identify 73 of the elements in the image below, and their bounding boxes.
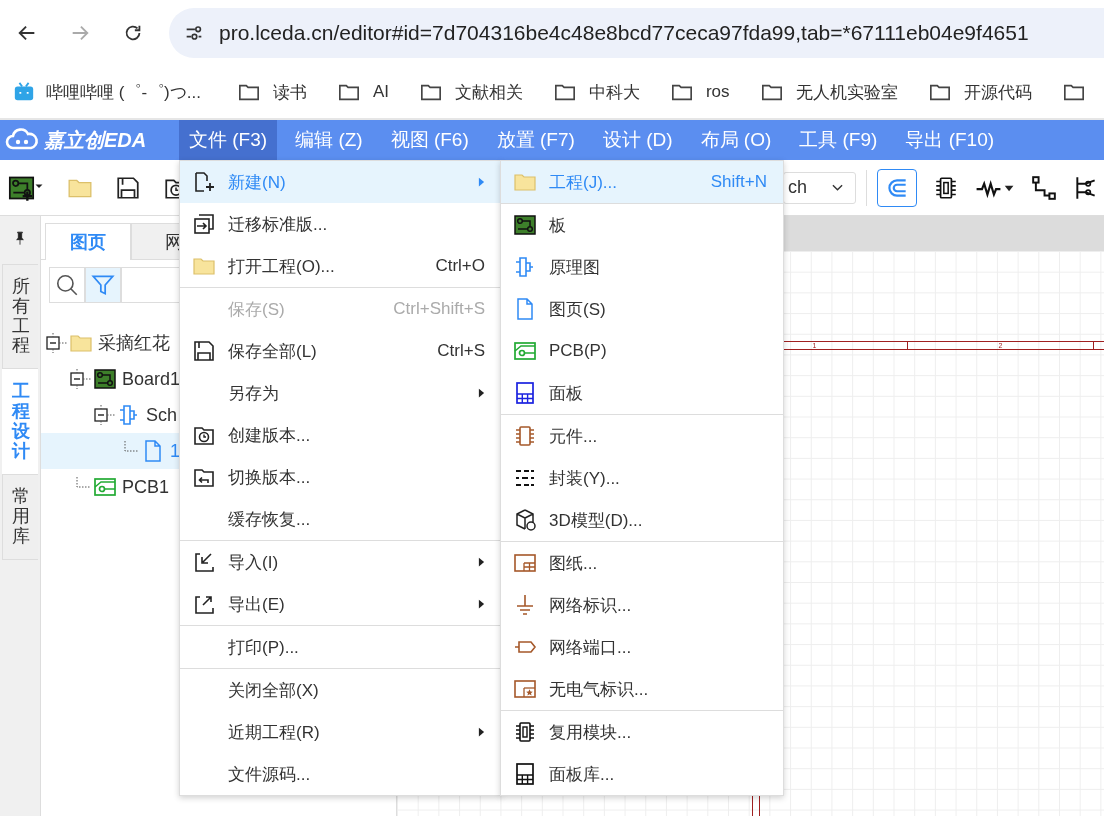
tree-connector <box>124 441 139 452</box>
search-button[interactable] <box>49 267 85 303</box>
menu-entry[interactable]: 网络端口... <box>501 626 783 668</box>
pin-icon[interactable] <box>15 230 25 246</box>
save-icon <box>192 339 216 363</box>
menu-entry[interactable]: 缓存恢复... <box>180 498 501 540</box>
tree-item[interactable]: Sch <box>146 404 178 426</box>
menu-entry[interactable]: 面板 <box>501 372 783 414</box>
new-file-icon <box>192 170 216 194</box>
tree-item[interactable]: PCB1 <box>122 476 170 498</box>
sheet-icon <box>513 551 537 575</box>
search-icon <box>54 272 80 298</box>
collapse-icon[interactable] <box>45 333 69 353</box>
bookmark-item[interactable]: 哔哩哔哩 (゜-゜)つ... <box>12 80 201 104</box>
url-text: pro.lceda.cn/editor#id=7d704316be4c48e8bcd77ceca97fda99,tab=*67111eb04e9f4651 <box>219 21 1029 45</box>
menu-entry[interactable]: 原理图 <box>501 246 783 288</box>
bookmark-item[interactable]: 中科大 <box>552 80 640 104</box>
chip-icon[interactable] <box>933 174 959 201</box>
bookmark-item[interactable]: 开源代码 <box>927 80 1032 104</box>
save-icon[interactable] <box>115 174 141 201</box>
bookmark-item[interactable]: 无人机实验室 <box>759 80 898 104</box>
wire-icon[interactable] <box>1031 174 1057 201</box>
bookmark-item[interactable]: 读书 <box>236 80 307 104</box>
tree-connector <box>76 477 91 488</box>
pcb-icon <box>513 339 537 363</box>
menu-entry[interactable]: 复用模块... <box>501 711 783 753</box>
menu-entry[interactable]: 无电气标识... <box>501 668 783 710</box>
menu-entry[interactable]: 图页(S) <box>501 288 783 330</box>
bookmark-item[interactable]: ros <box>669 81 730 103</box>
tv-icon <box>12 81 36 103</box>
pcb-icon <box>93 475 117 499</box>
board-icon <box>513 213 537 237</box>
menu-entry[interactable]: 切换版本... <box>180 456 501 498</box>
board-icon <box>93 367 117 391</box>
collapse-icon[interactable] <box>93 405 117 425</box>
menu-entry[interactable]: 网络标识... <box>501 584 783 626</box>
menu-entry[interactable]: 导出(E) <box>180 583 501 625</box>
menu-item[interactable]: 文件 (F3) <box>179 120 278 160</box>
menu-entry[interactable]: 打印(P)... <box>180 626 501 668</box>
chip-icon <box>513 424 537 448</box>
bookmark-item[interactable]: AI <box>336 81 389 103</box>
import-icon <box>192 550 216 574</box>
grid-icon <box>513 762 537 786</box>
menu-entry[interactable]: 面板库... <box>501 753 783 795</box>
chevron-down-icon <box>832 183 843 192</box>
app-logo: 嘉立创EDA <box>44 127 147 153</box>
menu-entry[interactable]: 元件... <box>501 415 783 457</box>
menu-entry[interactable]: 近期工程(R) <box>180 711 501 753</box>
magnet-button[interactable] <box>877 168 917 207</box>
menu-entry[interactable]: 另存为 <box>180 372 501 414</box>
menu-entry[interactable]: 图纸... <box>501 542 783 584</box>
module-icon <box>513 720 537 744</box>
menu-entry[interactable]: 3D模型(D)... <box>501 499 783 541</box>
side-tab[interactable]: 所有工程 <box>2 264 38 370</box>
migrate-icon <box>192 212 216 236</box>
menu-entry[interactable]: 导入(I) <box>180 541 501 583</box>
tree-item[interactable]: 采摘红花 <box>98 331 170 355</box>
filter-button[interactable] <box>85 267 121 303</box>
side-tab[interactable]: 常用库 <box>2 474 38 560</box>
menu-entry[interactable]: 关闭全部(X) <box>180 669 501 711</box>
filter-icon <box>90 272 116 298</box>
panel-icon <box>513 381 537 405</box>
cube-icon <box>513 508 537 532</box>
bookmark-item[interactable]: 文献相关 <box>418 80 523 104</box>
menu-entry[interactable]: 保存全部(L) Ctrl+S <box>180 330 501 372</box>
menu-entry[interactable]: 文件源码... <box>180 753 501 795</box>
menu-entry[interactable]: 创建版本... <box>180 414 501 456</box>
address-field[interactable]: pro.lceda.cn/editor#id=7d704316be4c48e8bcd77ceca97fda99,tab=*67111eb04e9f4651 <box>169 8 1104 58</box>
menu-entry[interactable]: 封装(Y)... <box>501 457 783 499</box>
menu-entry[interactable]: PCB(P) <box>501 330 783 372</box>
collapse-icon[interactable] <box>69 369 93 389</box>
tree-item[interactable]: Board1 <box>122 368 181 390</box>
menu-entry[interactable]: 板 <box>501 204 783 246</box>
